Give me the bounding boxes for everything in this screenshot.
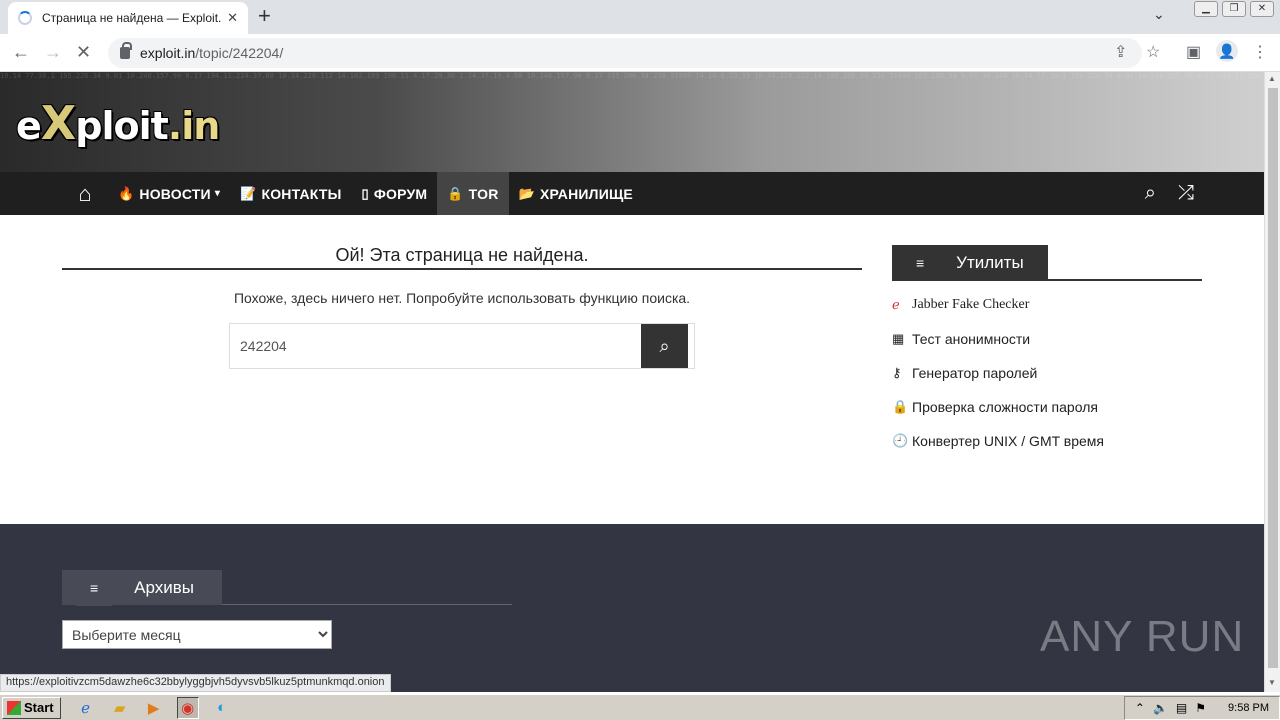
web-page: 10.14 77.38.1 195.226.34 9.01 10.248.157…	[0, 72, 1264, 692]
address-bar[interactable]: exploit.in/topic/242204/	[108, 38, 1142, 68]
main-column: Ой! Эта страница не найдена. Похоже, зде…	[62, 245, 862, 369]
tab-close-icon[interactable]: ✕	[227, 10, 238, 26]
nav-tor[interactable]: 🔒 TOR	[437, 172, 509, 215]
edge-icon[interactable]: ◐	[211, 697, 233, 719]
restore-button[interactable]: ❐	[1222, 1, 1246, 17]
error-message: Похоже, здесь ничего нет. Попробуйте исп…	[233, 290, 691, 306]
sidebar: ≡ Утилиты ℯ Jabber Fake Checker ▦ Тест анон…	[892, 245, 1202, 467]
search-icon: ⌕	[659, 335, 670, 356]
nav-forum[interactable]: ▯ ФОРУМ	[352, 172, 438, 215]
home-icon[interactable]: ⌂	[62, 172, 108, 215]
exploit-in-logo[interactable]: eXploit.in	[16, 96, 220, 150]
chevron-down-icon: ▾	[214, 188, 221, 199]
file-explorer-icon[interactable]: ▰	[109, 697, 131, 719]
utilities-widget-title: Утилиты	[944, 245, 1036, 281]
clock-icon: 🕘	[892, 433, 909, 448]
content-area: Ой! Эта страница не найдена. Похоже, зде…	[0, 215, 1264, 524]
search-submit-button[interactable]: ⌕	[641, 324, 688, 368]
site-footer: ≡ Архивы Выберите месяц ANY RUN	[0, 524, 1264, 692]
windows-logo-icon	[7, 700, 21, 715]
keypad-icon: ▦	[892, 331, 905, 346]
search-form: ⌕	[229, 323, 695, 369]
utility-link-anonymity-test[interactable]: ▦ Тест анонимности	[892, 331, 1202, 365]
system-tray: ⌃ 🔈 ▤ ⚑ 9:58 PM	[1123, 696, 1280, 720]
menu-lines-icon: ≡	[904, 245, 937, 281]
archives-title: Архивы	[120, 570, 209, 605]
search-input[interactable]	[230, 324, 640, 368]
side-panel-icon[interactable]: ▣	[1186, 42, 1201, 62]
padlock-icon: 🔒	[447, 185, 464, 201]
utility-link-time-converter[interactable]: 🕘 Конвертер UNIX / GMT время	[892, 433, 1202, 467]
lock-icon: 🔒	[892, 399, 909, 414]
utility-link-password-strength[interactable]: 🔒 Проверка сложности пароля	[892, 399, 1202, 433]
internet-explorer-icon[interactable]: ℯ	[75, 697, 97, 719]
browser-tab[interactable]: Страница не найдена — Exploit.IN ✕	[8, 2, 248, 34]
month-select[interactable]: Выберите месяц	[62, 620, 332, 649]
memo-icon: 📝	[240, 185, 257, 201]
media-player-icon[interactable]: ▶	[143, 697, 165, 719]
start-button[interactable]: Start	[2, 696, 61, 719]
bookmark-star-icon[interactable]: ☆	[1146, 42, 1160, 62]
fire-icon: 🔥	[118, 185, 135, 201]
volume-icon[interactable]: 🔈	[1153, 701, 1168, 715]
url-host: exploit.in	[140, 45, 196, 61]
back-arrow-icon[interactable]: ←	[12, 42, 30, 63]
share-icon[interactable]: ⇪	[1114, 42, 1127, 62]
loading-spinner-icon	[18, 11, 32, 25]
ear-icon: ℯ	[892, 297, 900, 312]
clock[interactable]: 9:58 PM	[1228, 702, 1269, 714]
archives-widget: ≡ Архивы Выберите месяц	[62, 570, 512, 649]
stop-loading-icon[interactable]: ✕	[76, 42, 91, 63]
close-window-button[interactable]: ✕	[1250, 1, 1274, 17]
windows-taskbar: Start ℯ ▰ ▶ ◉ ◐ ⌃ 🔈 ▤ ⚑ 9:58 PM	[0, 694, 1280, 720]
profile-avatar-icon[interactable]: 👤	[1216, 40, 1238, 62]
menu-kebab-icon[interactable]: ⋮	[1252, 42, 1268, 62]
browser-tab-strip: Страница не найдена — Exploit.IN ✕ + ⌄ ▁…	[0, 0, 1280, 34]
lock-icon[interactable]	[120, 42, 132, 59]
scroll-up-icon[interactable]: ▲	[1268, 74, 1276, 83]
window-controls: ▁ ❐ ✕	[1194, 1, 1274, 17]
key-icon: ⚷	[892, 365, 902, 380]
nav-storage[interactable]: 📂 ХРАНИЛИЩЕ	[509, 172, 643, 215]
tab-title: Страница не найдена — Exploit.IN	[42, 11, 222, 25]
main-navigation: ⌂ 🔥 НОВОСТИ ▾ 📝 КОНТАКТЫ ▯ ФОРУМ 🔒 TOR 📂 ХРАНИ…	[0, 172, 1264, 215]
chrome-icon[interactable]: ◉	[176, 696, 199, 719]
site-header: 10.14 77.38.1 195.226.34 9.01 10.248.157…	[0, 72, 1264, 172]
quick-launch: ℯ ▰ ▶ ◉ ◐	[75, 696, 233, 719]
page-scrollbar[interactable]: ▲ ▼	[1264, 72, 1280, 692]
search-icon[interactable]: ⌕	[1145, 182, 1156, 205]
utilities-list: ℯ Jabber Fake Checker ▦ Тест анонимности ⚷…	[892, 297, 1202, 467]
link-status-bubble: https://exploitivzcm5dawzhe6c32bbylyggbj…	[0, 674, 391, 692]
nav-actions: ⌕ ⤮	[1145, 182, 1194, 205]
tab-search-chevron-icon[interactable]: ⌄	[1153, 6, 1165, 23]
action-center-flag-icon[interactable]: ⚑	[1195, 701, 1206, 715]
shuffle-icon[interactable]: ⤮	[1178, 182, 1194, 205]
nav-news[interactable]: 🔥 НОВОСТИ ▾	[108, 172, 230, 215]
nav-contacts[interactable]: 📝 КОНТАКТЫ	[230, 172, 351, 215]
utility-link-password-generator[interactable]: ⚷ Генератор паролей	[892, 365, 1202, 399]
tray-expand-icon[interactable]: ⌃	[1135, 701, 1145, 715]
jar-icon: ▯	[361, 185, 369, 201]
scrollbar-thumb[interactable]	[1268, 88, 1278, 668]
menu-lines-icon: ≡	[76, 571, 113, 606]
archives-widget-header: ≡ Архивы	[62, 570, 512, 606]
utility-link-jabber[interactable]: ℯ Jabber Fake Checker	[892, 297, 1202, 331]
error-title: Ой! Эта страница не найдена.	[62, 245, 862, 270]
utilities-widget-header: ≡ Утилиты	[892, 245, 1202, 281]
scroll-down-icon[interactable]: ▼	[1268, 678, 1276, 687]
url-path: /topic/242204/	[195, 45, 284, 61]
anyrun-watermark-logo: ANY RUN	[1040, 612, 1245, 661]
new-tab-button[interactable]: +	[258, 5, 271, 27]
network-icon[interactable]: ▤	[1176, 701, 1187, 715]
folder-icon: 📂	[518, 185, 535, 201]
minimize-button[interactable]: ▁	[1194, 1, 1218, 17]
browser-toolbar: ← → ✕ exploit.in/topic/242204/ ⇪ ☆ ▣ 👤 ⋮	[0, 34, 1280, 72]
forward-arrow-icon[interactable]: →	[44, 42, 62, 63]
